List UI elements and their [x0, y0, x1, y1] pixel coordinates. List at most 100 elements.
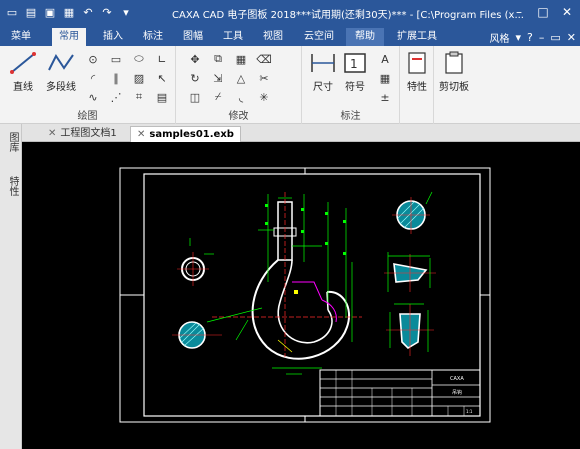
tab-menu[interactable]: 菜单: [4, 28, 38, 46]
line-button[interactable]: 直线: [6, 50, 40, 93]
maximize-icon[interactable]: □: [534, 4, 552, 20]
hatched-circle-left: [172, 307, 263, 349]
doc-tab-1[interactable]: ✕ 工程图文档1: [42, 126, 123, 142]
print-icon[interactable]: ▦: [61, 4, 77, 20]
polyline-label: 多段线: [46, 82, 76, 93]
polyline-icon: [48, 54, 74, 71]
pattern-icon[interactable]: ⌗: [128, 88, 150, 106]
ribbon-tab-bar: 菜单 常用 插入 标注 图幅 工具 视图 云空间 帮助 扩展工具 风格 ▾ ? …: [0, 26, 580, 46]
fillet-icon[interactable]: ◟: [230, 88, 252, 106]
symbol-label: 符号: [345, 82, 365, 93]
spline-icon[interactable]: ∿: [82, 88, 104, 106]
draw-group-label: 绘图: [77, 111, 98, 122]
centerline-icon[interactable]: ⋰: [105, 88, 127, 106]
symbol-icon: 1: [344, 53, 366, 73]
save-icon[interactable]: ▣: [42, 4, 58, 20]
inner-frame: [143, 173, 481, 417]
ribbon-close-icon[interactable]: ✕: [567, 31, 576, 44]
break-icon[interactable]: ⌿: [207, 88, 229, 106]
outer-frame: [119, 167, 491, 423]
tab-tools[interactable]: 工具: [216, 28, 250, 46]
title-block: CAXA 吊钩 1:1: [319, 369, 481, 417]
properties-button[interactable]: 特性: [400, 50, 434, 93]
tab-view[interactable]: 视图: [256, 28, 290, 46]
dimension-group: 尺寸 1 符号 A ▦ ± 标注: [302, 46, 400, 124]
circle-icon[interactable]: ⊙: [82, 50, 104, 68]
doc-tab-2[interactable]: ✕ samples01.exb: [130, 126, 241, 142]
new-icon[interactable]: ▭: [4, 4, 20, 20]
tab-sheet[interactable]: 图幅: [176, 28, 210, 46]
size-label: 尺寸: [313, 82, 333, 93]
open-icon[interactable]: ▤: [23, 4, 39, 20]
hook-main-view: [212, 192, 362, 375]
symbol-button[interactable]: 1 符号: [338, 50, 372, 93]
part-cell-text: 吊钩: [452, 389, 462, 396]
clipboard-label: 剪切板: [439, 82, 469, 93]
minimize-icon[interactable]: –: [510, 4, 528, 20]
tolerance-icon[interactable]: ±: [374, 88, 396, 106]
svg-text:1: 1: [350, 57, 358, 71]
copy-icon[interactable]: ⧉: [207, 50, 229, 68]
drawing-canvas[interactable]: CAXA 吊钩 1:1: [22, 142, 580, 449]
close-icon[interactable]: ✕: [48, 128, 56, 139]
title-bar: ▭ ▤ ▣ ▦ ↶ ↷ ▾ CAXA CAD 电子图板 2018***试用期(还…: [0, 0, 580, 26]
tab-extensions[interactable]: 扩展工具: [392, 28, 442, 46]
chevron-down-icon[interactable]: ▾: [516, 31, 522, 44]
tab-help[interactable]: 帮助: [346, 28, 384, 46]
library-panel-tab[interactable]: 图库: [3, 132, 19, 152]
style-label[interactable]: 风格: [490, 30, 510, 45]
properties-label: 特性: [407, 82, 427, 93]
rotate-icon[interactable]: ↻: [184, 69, 206, 87]
explode-icon[interactable]: ✳: [253, 88, 275, 106]
polyline-button[interactable]: 多段线: [42, 50, 80, 93]
properties-group: 特性: [400, 46, 434, 124]
scale-icon[interactable]: ◫: [184, 88, 206, 106]
redo-icon[interactable]: ↷: [99, 4, 115, 20]
ring-section: [177, 238, 214, 286]
dimension-ticks: [265, 204, 346, 255]
properties-panel-tab[interactable]: 特性: [3, 176, 19, 196]
help-icon[interactable]: ?: [527, 31, 533, 44]
trim-icon[interactable]: ✂: [253, 69, 275, 87]
undo-icon[interactable]: ↶: [80, 4, 96, 20]
pointer-icon[interactable]: ↖: [151, 69, 173, 87]
angle-icon[interactable]: ∟: [151, 50, 173, 68]
tab-insert[interactable]: 插入: [96, 28, 130, 46]
line-icon: [10, 52, 36, 74]
hatched-circle-right: [392, 191, 433, 234]
clipboard-icon: [445, 51, 463, 74]
clipboard-button[interactable]: 剪切板: [437, 50, 471, 93]
ribbon-restore-icon[interactable]: ▭: [550, 31, 560, 44]
array-icon[interactable]: ▦: [230, 50, 252, 68]
window-title: CAXA CAD 电子图板 2018***试用期(还剩30天)*** - [C:…: [172, 10, 524, 21]
drawing-svg: CAXA 吊钩 1:1: [119, 167, 491, 423]
modify-group-label: 修改: [228, 111, 249, 122]
arc-icon[interactable]: ◜: [82, 69, 104, 87]
title-cell-text: CAXA: [450, 376, 464, 382]
table-icon[interactable]: ▦: [374, 69, 396, 87]
parallel-icon[interactable]: ∥: [105, 69, 127, 87]
line-label: 直线: [13, 82, 33, 93]
tab-cloud[interactable]: 云空间: [298, 28, 340, 46]
close-icon[interactable]: ✕: [137, 129, 145, 140]
ribbon-minimize-icon[interactable]: –: [539, 31, 545, 44]
erase-icon[interactable]: ⌫: [253, 50, 275, 68]
stretch-icon[interactable]: ⇲: [207, 69, 229, 87]
hatch-icon[interactable]: ▨: [128, 69, 150, 87]
tab-home[interactable]: 常用: [52, 28, 86, 46]
region-icon[interactable]: ▤: [151, 88, 173, 106]
text-icon[interactable]: A: [374, 50, 396, 68]
size-button[interactable]: 尺寸: [306, 50, 340, 93]
modify-group: ✥ ⧉ ▦ ⌫ ↻ ⇲ △ ✂ ◫ ⌿ ◟ ✳ 修改: [176, 46, 302, 124]
close-icon[interactable]: ✕: [558, 4, 576, 20]
ellipse-icon[interactable]: ⬭: [128, 50, 150, 68]
clipboard-group: 剪切板: [434, 46, 474, 124]
rectangle-icon[interactable]: ▭: [105, 50, 127, 68]
mirror-icon[interactable]: △: [230, 69, 252, 87]
window-controls: – □ ✕: [510, 4, 576, 20]
qat-dropdown-icon[interactable]: ▾: [118, 4, 134, 20]
move-icon[interactable]: ✥: [184, 50, 206, 68]
side-panel-strip: 图库 特性: [0, 124, 22, 449]
scale-cell-text: 1:1: [466, 409, 473, 414]
tab-annotate[interactable]: 标注: [136, 28, 170, 46]
